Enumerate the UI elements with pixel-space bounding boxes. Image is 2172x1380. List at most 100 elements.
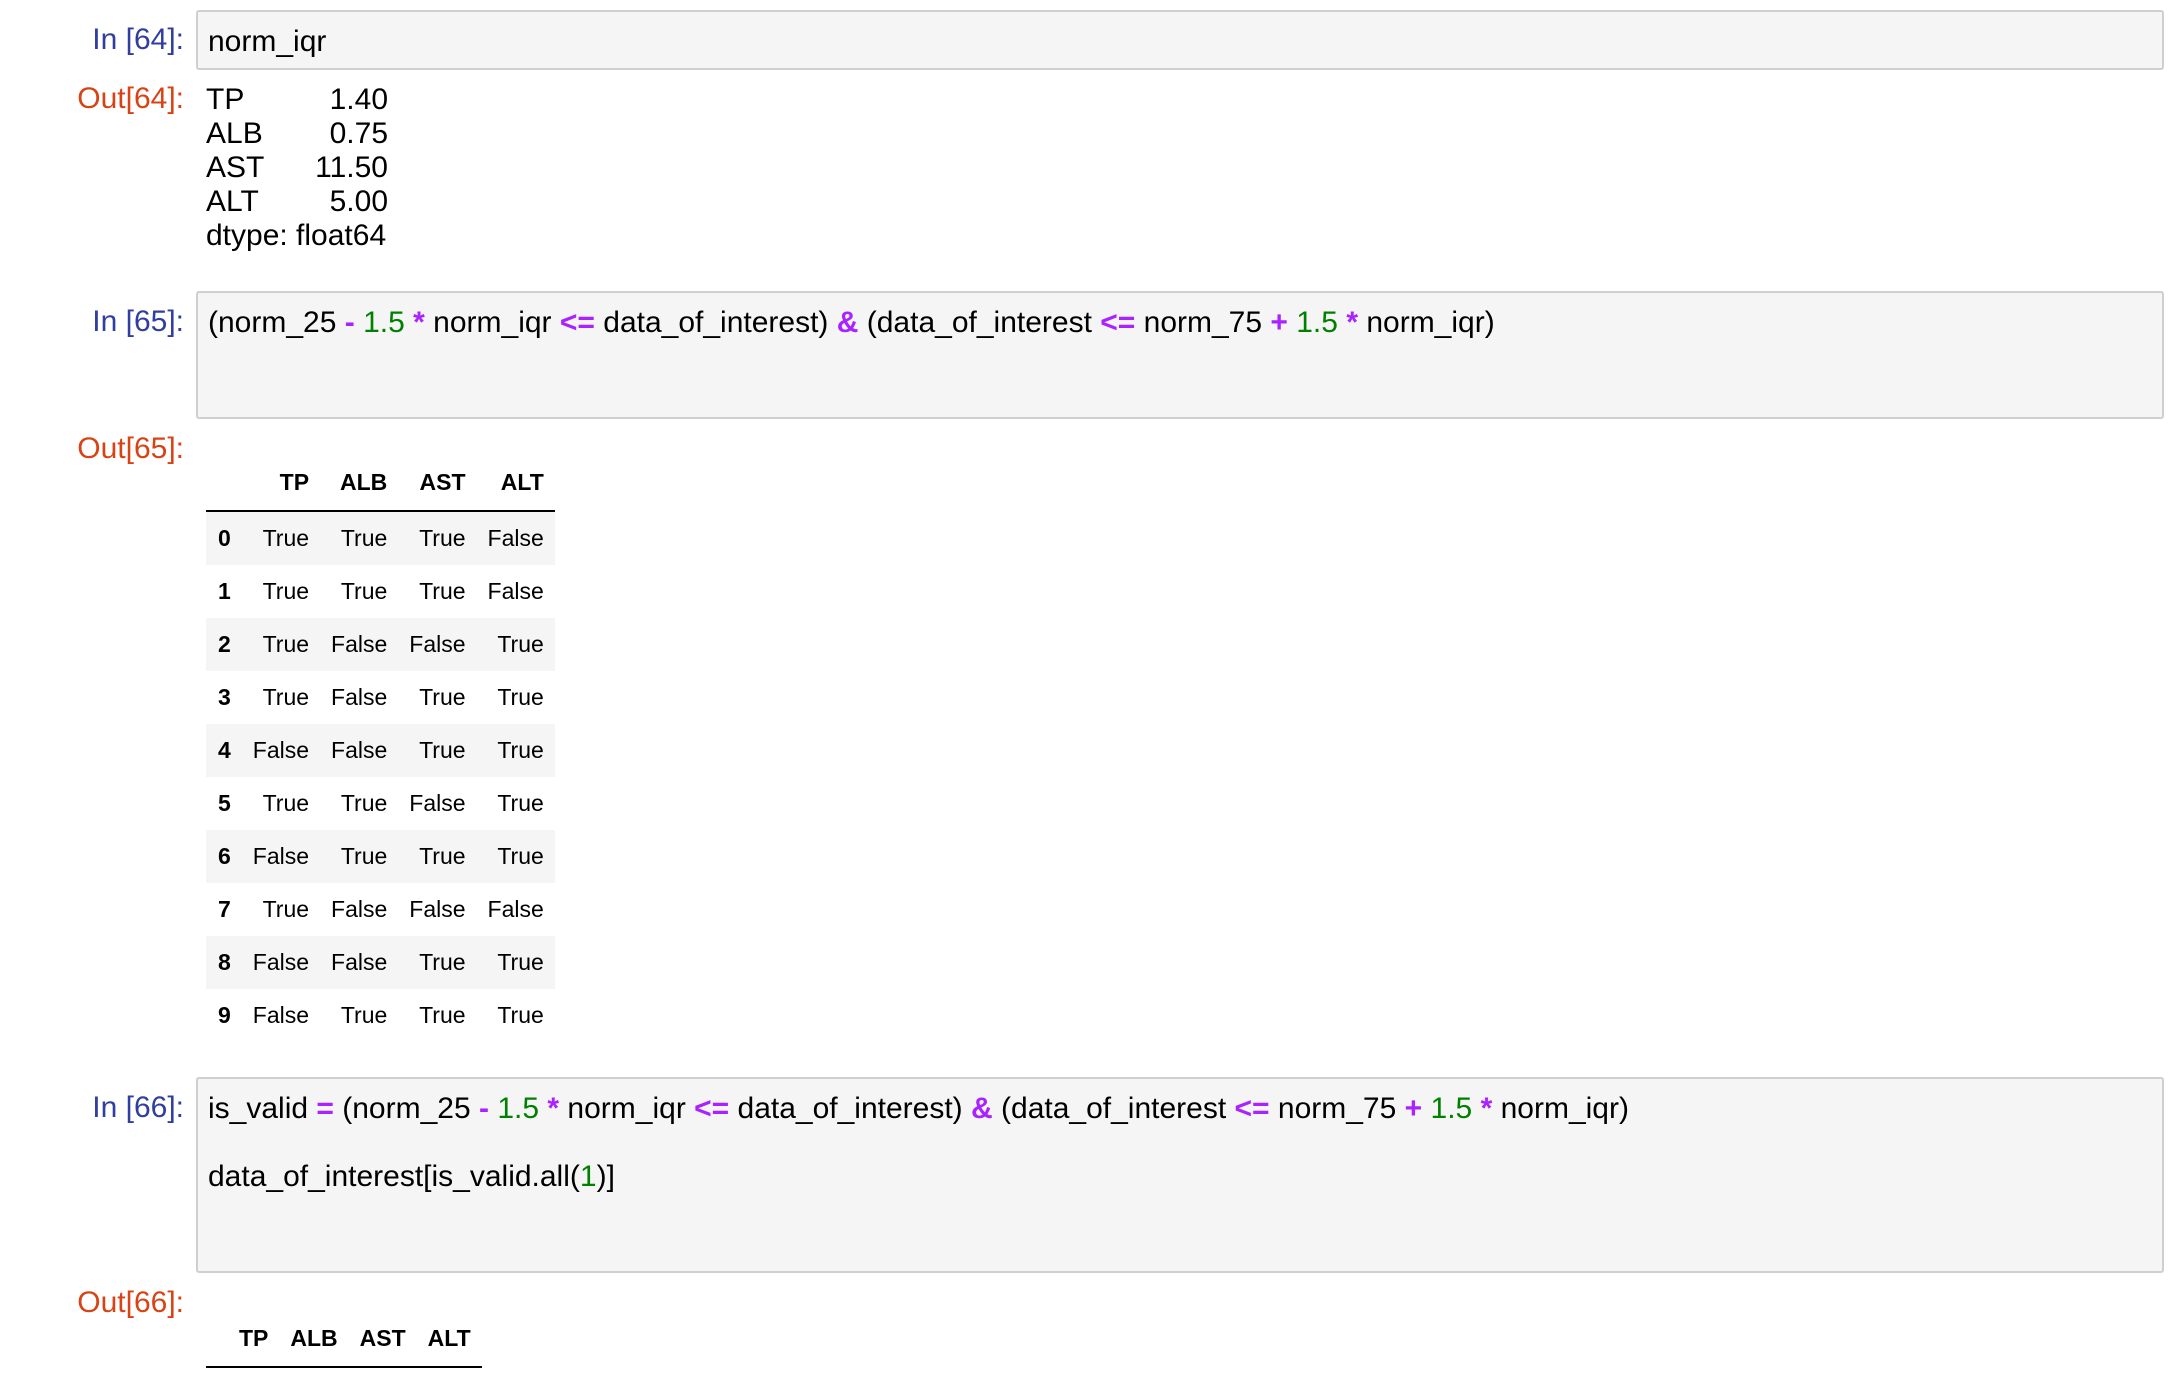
- row-index: 3: [218, 684, 231, 710]
- column-header: AST: [398, 454, 477, 512]
- code-text: data_of_interest): [729, 1092, 972, 1125]
- code-operator: *: [1480, 1092, 1493, 1125]
- table-cell: True: [340, 843, 388, 869]
- code-operator: *: [1346, 306, 1358, 339]
- series-row: ALT 5.00: [206, 185, 388, 218]
- code-text: (norm_25: [333, 1092, 479, 1125]
- code-text: norm_iqr): [1492, 1092, 1629, 1125]
- out-prompt-66: Out[66]:: [77, 1286, 184, 1319]
- in-prompt-64: In [64]:: [92, 23, 184, 56]
- table-cell: True: [497, 1002, 544, 1028]
- row-index: 4: [218, 737, 231, 763]
- column-header: ALB: [320, 454, 399, 512]
- table-cell: False: [331, 896, 388, 922]
- row-index: 7: [218, 896, 231, 922]
- table-cell: False: [331, 631, 388, 657]
- code-text: data_of_interest): [594, 306, 837, 339]
- code-line: is_valid = (norm_25 - 1.5 * norm_iqr <= …: [208, 1092, 1629, 1126]
- row-index: 9: [218, 1002, 231, 1028]
- table-row: 1 True True True False: [206, 565, 555, 618]
- code-text: )]: [596, 1160, 615, 1193]
- notebook: In [64]: norm_iqr Out[64]: TP 1.40 ALB 0.7…: [0, 0, 2172, 1380]
- table-cell: False: [252, 1002, 310, 1028]
- index-header: [206, 1310, 228, 1368]
- table-cell: True: [497, 790, 544, 816]
- column-header: ALB: [279, 1310, 349, 1368]
- code-operator: &: [971, 1092, 993, 1125]
- table-cell: False: [487, 525, 544, 551]
- series-dtype: dtype: float64: [206, 219, 387, 252]
- table-cell: True: [419, 578, 466, 604]
- code-number: 1.5: [363, 306, 405, 339]
- table-cell: False: [409, 790, 466, 816]
- table-cell: True: [419, 737, 466, 763]
- code-line: norm_iqr: [208, 25, 326, 59]
- code-input-64[interactable]: norm_iqr: [196, 10, 2164, 70]
- table-cell: True: [497, 843, 544, 869]
- code-operator: &: [836, 306, 859, 339]
- table-cell: True: [262, 578, 310, 604]
- code-text: norm_iqr: [424, 306, 560, 339]
- code-operator: *: [413, 306, 425, 339]
- table-row: 7 True False False False: [206, 883, 555, 936]
- series-row: AST 11.50: [206, 151, 388, 184]
- table-cell: False: [331, 949, 388, 975]
- dataframe-output-66: TP ALB AST ALT: [206, 1310, 482, 1368]
- in-prompt-65: In [65]:: [92, 305, 184, 338]
- table-cell: False: [331, 737, 388, 763]
- code-number: 1.5: [1430, 1092, 1473, 1125]
- series-output-64: TP 1.40 ALB 0.75 AST 11.50 ALT 5.00 dtype: f…: [206, 83, 388, 253]
- index-header: [206, 454, 242, 512]
- column-header: AST: [348, 1310, 417, 1368]
- table-cell: False: [331, 684, 388, 710]
- table-cell: True: [497, 737, 544, 763]
- series-row: TP 1.40: [206, 83, 388, 116]
- code-input-66[interactable]: is_valid = (norm_25 - 1.5 * norm_iqr <= …: [196, 1077, 2164, 1273]
- in-prompt-66: In [66]:: [92, 1091, 184, 1124]
- table-cell: True: [419, 525, 466, 551]
- table-cell: True: [340, 578, 388, 604]
- table-header-row: TP ALB AST ALT: [206, 454, 555, 512]
- code-text: (data_of_interest: [992, 1092, 1235, 1125]
- code-number: 1.5: [497, 1092, 540, 1125]
- row-index: 6: [218, 843, 231, 869]
- code-operator: <=: [1234, 1092, 1270, 1125]
- row-index: 2: [218, 631, 231, 657]
- table-cell: True: [262, 631, 310, 657]
- table-cell: False: [487, 896, 544, 922]
- table-row: 8 False False True True: [206, 936, 555, 989]
- code-text: norm_iqr: [208, 25, 327, 58]
- table-cell: False: [252, 949, 310, 975]
- table-cell: False: [252, 737, 310, 763]
- code-text: is_valid: [208, 1092, 317, 1125]
- table-cell: False: [252, 843, 310, 869]
- out-prompt-64: Out[64]:: [77, 82, 184, 115]
- table-row: 5 True True False True: [206, 777, 555, 830]
- row-index: 0: [218, 525, 231, 551]
- code-text: (norm_25: [208, 306, 345, 339]
- code-input-65[interactable]: (norm_25 - 1.5 * norm_iqr <= data_of_int…: [196, 291, 2164, 419]
- table-cell: False: [409, 896, 466, 922]
- table-cell: True: [497, 684, 544, 710]
- code-operator: +: [1270, 306, 1288, 339]
- code-operator: <=: [694, 1092, 730, 1125]
- row-index: 5: [218, 790, 231, 816]
- code-text: norm_iqr): [1358, 306, 1495, 339]
- table-cell: True: [419, 843, 466, 869]
- code-operator: -: [479, 1092, 489, 1125]
- table-row: 6 False True True True: [206, 830, 555, 883]
- row-index: 1: [218, 578, 231, 604]
- table-cell: True: [419, 949, 466, 975]
- series-row: ALB 0.75: [206, 117, 388, 150]
- code-text: (data_of_interest: [858, 306, 1101, 339]
- code-line: (norm_25 - 1.5 * norm_iqr <= data_of_int…: [208, 306, 1495, 340]
- table-row: 3 True False True True: [206, 671, 555, 724]
- table-cell: True: [262, 790, 310, 816]
- table-row: 0 True True True False: [206, 511, 555, 565]
- code-operator: <=: [1100, 306, 1136, 339]
